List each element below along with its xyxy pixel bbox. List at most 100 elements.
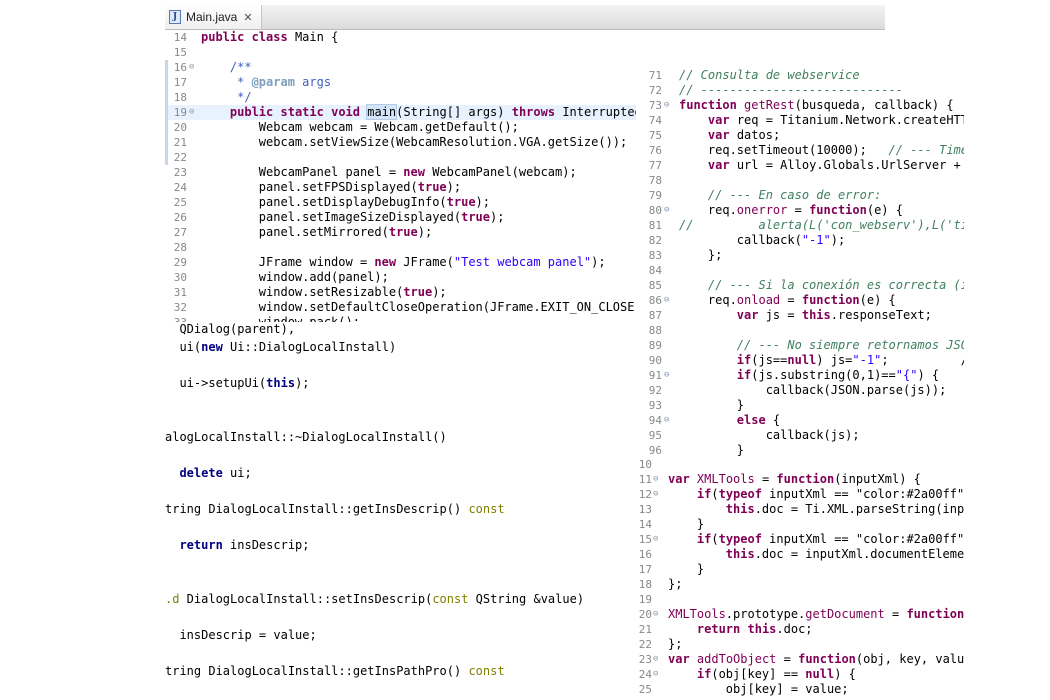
code-line[interactable]: 18}; — [636, 577, 964, 592]
code-line[interactable]: 85 // --- Si la conexión es correcta (ir — [636, 278, 964, 293]
code-line[interactable]: 94 ⊖ else { — [636, 413, 964, 428]
code-text: * @param args — [201, 75, 332, 89]
fold-toggle-icon[interactable]: ⊖ — [664, 98, 674, 113]
line-number: 12 — [638, 488, 652, 501]
code-line[interactable]: 19 — [636, 592, 964, 607]
line-number: 78 — [648, 174, 662, 187]
code-line[interactable]: insDescrip = value; — [165, 628, 316, 643]
line-number: 82 — [648, 234, 662, 247]
code-line[interactable]: 81 // alerta(L('con_webserv'),L('time — [636, 218, 964, 233]
code-text: } — [668, 562, 705, 576]
code-line[interactable]: 16 this.doc = inputXml.documentElemen — [636, 547, 964, 562]
code-line[interactable]: 92 callback(JSON.parse(js)); — [636, 383, 964, 398]
code-line[interactable]: 22}; — [636, 637, 964, 652]
code-line[interactable]: 90 if(js==null) js="-1"; / — [636, 353, 964, 368]
fold-toggle-icon[interactable]: ⊖ — [664, 293, 674, 308]
code-line[interactable]: 15 — [165, 45, 885, 60]
line-number: 24 — [173, 181, 187, 194]
code-line[interactable]: 95 callback(js); — [636, 428, 964, 443]
code-line[interactable]: 17 } — [636, 562, 964, 577]
fold-toggle-icon[interactable]: ⊖ — [653, 667, 663, 682]
code-line[interactable]: 78 — [636, 173, 964, 188]
code-text: req.setTimeout(10000); // --- Timec — [679, 143, 964, 157]
code-line[interactable]: 14 } — [636, 517, 964, 532]
line-number: 23 — [638, 653, 652, 666]
code-line[interactable]: tring DialogLocalInstall::getInsPathPro(… — [165, 664, 505, 679]
line-number: 31 — [173, 286, 187, 299]
code-line[interactable]: 76 req.setTimeout(10000); // --- Timec — [636, 143, 964, 158]
code-line[interactable]: return insDescrip; — [165, 538, 309, 553]
tab-label: Main.java — [186, 10, 238, 24]
code-line[interactable]: delete ui; — [165, 466, 251, 481]
line-number: 92 — [648, 384, 662, 397]
code-line[interactable]: 80 ⊖ req.onerror = function(e) { — [636, 203, 964, 218]
code-text: webcam.setViewSize(WebcamResolution.VGA.… — [201, 135, 628, 149]
fold-toggle-icon[interactable]: ⊖ — [189, 105, 199, 120]
code-line[interactable]: 77 var url = Alloy.Globals.UrlServer + b — [636, 158, 964, 173]
code-line[interactable]: 72 // ---------------------------- — [636, 83, 964, 98]
code-line[interactable]: 73 ⊖ function getRest(busqueda, callback) … — [636, 98, 964, 113]
fold-toggle-icon[interactable]: ⊖ — [653, 652, 663, 667]
code-text: obj[key] = value; — [668, 682, 849, 696]
code-line[interactable]: 74 var req = Titanium.Network.createHTTP — [636, 113, 964, 128]
js-editor-panel[interactable]: 71 // Consulta de webservice 72 // --------… — [636, 68, 964, 460]
code-line[interactable]: QDialog(parent), — [165, 322, 295, 337]
code-line[interactable]: 96 } — [636, 443, 964, 458]
code-line[interactable]: 12 ⊖ if(typeof inputXml == "color:#2a00ff… — [636, 487, 964, 502]
code-line[interactable]: alogLocalInstall::~DialogLocalInstall() — [165, 430, 447, 445]
code-line[interactable]: 75 var datos; — [636, 128, 964, 143]
code-text: public static void main(String[] args) t… — [229, 104, 650, 120]
fold-toggle-icon[interactable]: ⊖ — [653, 532, 663, 547]
code-text: else { — [736, 413, 781, 427]
cpp-editor-panel[interactable]: QDialog(parent), ui(new Ui::DialogLocalI… — [165, 322, 635, 700]
close-icon[interactable]: ✕ — [243, 11, 252, 24]
line-number: 15 — [173, 46, 187, 59]
code-line[interactable]: 15 ⊖ if(typeof inputXml == "color:#2a00ff… — [636, 532, 964, 547]
line-number: 72 — [648, 84, 662, 97]
code-line[interactable]: 10 — [636, 457, 964, 472]
code-line[interactable]: 91 ⊖ if(js.substring(0,1)=="{") { — [636, 368, 964, 383]
code-line[interactable]: 13 this.doc = Ti.XML.parseString(inpu — [636, 502, 964, 517]
code-line[interactable]: 93 } — [636, 398, 964, 413]
fold-toggle-icon[interactable]: ⊖ — [664, 203, 674, 218]
code-text: Webcam webcam = Webcam.getDefault(); — [201, 120, 519, 134]
code-line[interactable]: 20 ⊖ XMLTools.prototype.getDocument = func… — [636, 607, 964, 622]
code-line[interactable]: ui->setupUi(this); — [165, 376, 309, 391]
code-text: return this.doc; — [696, 622, 813, 636]
code-line[interactable]: .d DialogLocalInstall::setInsDescrip(con… — [165, 592, 584, 607]
code-line[interactable]: 88 — [636, 323, 964, 338]
code-line[interactable]: 89 // --- No siempre retornamos JSON — [636, 338, 964, 353]
code-line[interactable]: 87 var js = this.responseText; / — [636, 308, 964, 323]
tab-main-java[interactable]: J Main.java ✕ — [165, 5, 262, 29]
fold-toggle-icon[interactable]: ⊖ — [664, 368, 674, 383]
code-line[interactable]: ui(new Ui::DialogLocalInstall) — [165, 340, 396, 355]
code-line[interactable]: 86 ⊖ req.onload = function(e) { — [636, 293, 964, 308]
fold-toggle-icon[interactable]: ⊖ — [653, 472, 663, 487]
code-line[interactable]: 82 callback("-1"); — [636, 233, 964, 248]
code-line[interactable]: 84 — [636, 263, 964, 278]
fold-toggle-icon[interactable]: ⊖ — [189, 60, 199, 75]
line-number: 20 — [173, 121, 187, 134]
code-text: } — [679, 398, 745, 412]
code-line[interactable]: tring DialogLocalInstall::getInsDescrip(… — [165, 502, 505, 517]
line-number: 90 — [648, 354, 662, 367]
code-line[interactable]: 83 }; — [636, 248, 964, 263]
code-line[interactable]: 14 public class Main { — [165, 30, 885, 45]
code-line[interactable]: 79 // --- En caso de error: — [636, 188, 964, 203]
fold-toggle-icon[interactable]: ⊖ — [653, 607, 663, 622]
xml-editor-panel[interactable]: 10 11 ⊖ var XMLTools = function(inputXml) {… — [636, 457, 964, 700]
code-line[interactable]: 25 obj[key] = value; — [636, 682, 964, 697]
code-line[interactable]: 23 ⊖ var addToObject = function(obj, key, … — [636, 652, 964, 667]
line-number: 77 — [648, 159, 662, 172]
fold-toggle-icon[interactable]: ⊖ — [653, 487, 663, 502]
code-text: callback(JSON.parse(js)); — [679, 383, 947, 397]
code-text: panel.setMirrored(true); — [201, 225, 433, 239]
code-text: var req = Titanium.Network.createHTTP — [707, 113, 964, 127]
code-line[interactable]: 21 return this.doc; — [636, 622, 964, 637]
code-line[interactable]: 11 ⊖ var XMLTools = function(inputXml) { — [636, 472, 964, 487]
code-line[interactable]: 71 // Consulta de webservice — [636, 68, 964, 83]
code-text: }; — [679, 248, 723, 262]
code-text: window.add(panel); — [201, 270, 389, 284]
fold-toggle-icon[interactable]: ⊖ — [664, 413, 674, 428]
code-line[interactable]: 24 ⊖ if(obj[key] == null) { — [636, 667, 964, 682]
